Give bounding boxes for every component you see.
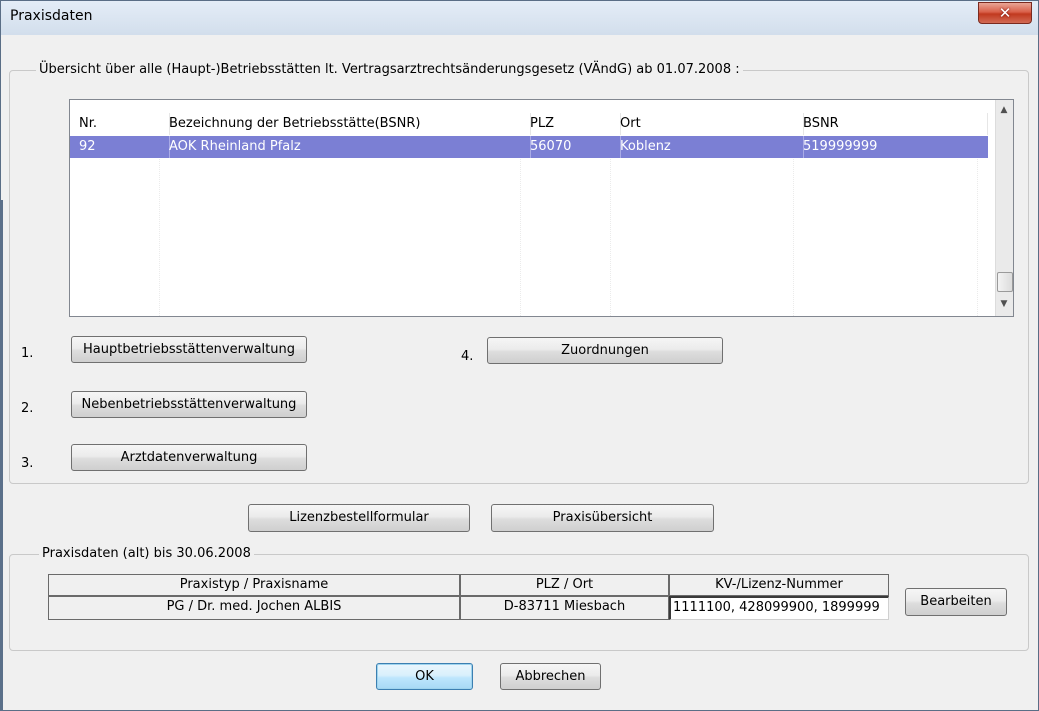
- dialog-client: Übersicht über alle (Haupt-)Betriebsstät…: [9, 35, 1031, 705]
- praxistyp-header: Praxistyp / Praxisname: [48, 574, 460, 596]
- step-number-4: 4.: [461, 349, 474, 364]
- column-header-ort[interactable]: Ort: [611, 113, 804, 135]
- plz-ort-value: D-83711 Miesbach: [460, 596, 669, 620]
- list-header: Nr. Bezeichnung der Betriebsstätte(BSNR)…: [70, 113, 994, 135]
- plz-ort-header: PLZ / Ort: [460, 574, 669, 596]
- scroll-up-icon[interactable]: ▲: [996, 102, 1012, 119]
- list-scrollbar[interactable]: ▲ ▼: [995, 100, 1013, 316]
- row-bsnr: 519999999: [794, 136, 998, 158]
- abbrechen-button[interactable]: Abbrechen: [500, 663, 601, 690]
- title-bar[interactable]: Praxisdaten ✕: [1, 1, 1038, 35]
- lizenz-header: KV-/Lizenz-Nummer: [669, 574, 889, 596]
- overview-legend: Übersicht über alle (Haupt-)Betriebsstät…: [36, 62, 743, 77]
- row-plz: 56070: [521, 136, 621, 158]
- scroll-down-icon[interactable]: ▼: [996, 296, 1012, 313]
- step-number-1: 1.: [21, 346, 34, 361]
- betriebsstaetten-list[interactable]: Nr. Bezeichnung der Betriebsstätte(BSNR)…: [69, 99, 1014, 317]
- step-number-3: 3.: [21, 456, 34, 471]
- praxisname-value: PG / Dr. med. Jochen ALBIS: [48, 596, 460, 620]
- row-ort: Koblenz: [611, 136, 804, 158]
- window-edge: [0, 200, 3, 711]
- bearbeiten-button[interactable]: Bearbeiten: [905, 588, 1007, 616]
- row-nr: 92: [70, 136, 170, 158]
- scroll-thumb[interactable]: [997, 272, 1013, 292]
- column-header-nr[interactable]: Nr.: [70, 113, 170, 135]
- table-row[interactable]: 92 AOK Rheinland Pfalz 56070 Koblenz 519…: [70, 136, 998, 158]
- row-name: AOK Rheinland Pfalz: [160, 136, 531, 158]
- zuordnungen-button[interactable]: Zuordnungen: [487, 337, 723, 364]
- old-data-legend: Praxisdaten (alt) bis 30.06.2008: [39, 546, 254, 561]
- column-header-plz[interactable]: PLZ: [521, 113, 621, 135]
- close-icon[interactable]: ✕: [978, 2, 1032, 24]
- column-header-name[interactable]: Bezeichnung der Betriebsstätte(BSNR): [160, 113, 531, 135]
- arztdaten-button[interactable]: Arztdatenverwaltung: [71, 444, 307, 471]
- praxisuebersicht-button[interactable]: Praxisübersicht: [491, 504, 714, 532]
- step-number-2: 2.: [21, 401, 34, 416]
- ok-button[interactable]: OK: [376, 663, 473, 690]
- lizenzbestellformular-button[interactable]: Lizenzbestellformular: [248, 504, 470, 532]
- lizenz-value-field[interactable]: 1111100, 428099900, 1899999: [669, 596, 889, 620]
- nebenbetriebsstaetten-button[interactable]: Nebenbetriebsstättenverwaltung: [71, 391, 307, 418]
- column-header-bsnr[interactable]: BSNR: [794, 113, 988, 135]
- window-title: Praxisdaten: [10, 8, 93, 24]
- hauptbetriebsstaetten-button[interactable]: Hauptbetriebsstättenverwaltung: [71, 336, 307, 363]
- dialog-window: Praxisdaten ✕ Übersicht über alle (Haupt…: [0, 0, 1039, 711]
